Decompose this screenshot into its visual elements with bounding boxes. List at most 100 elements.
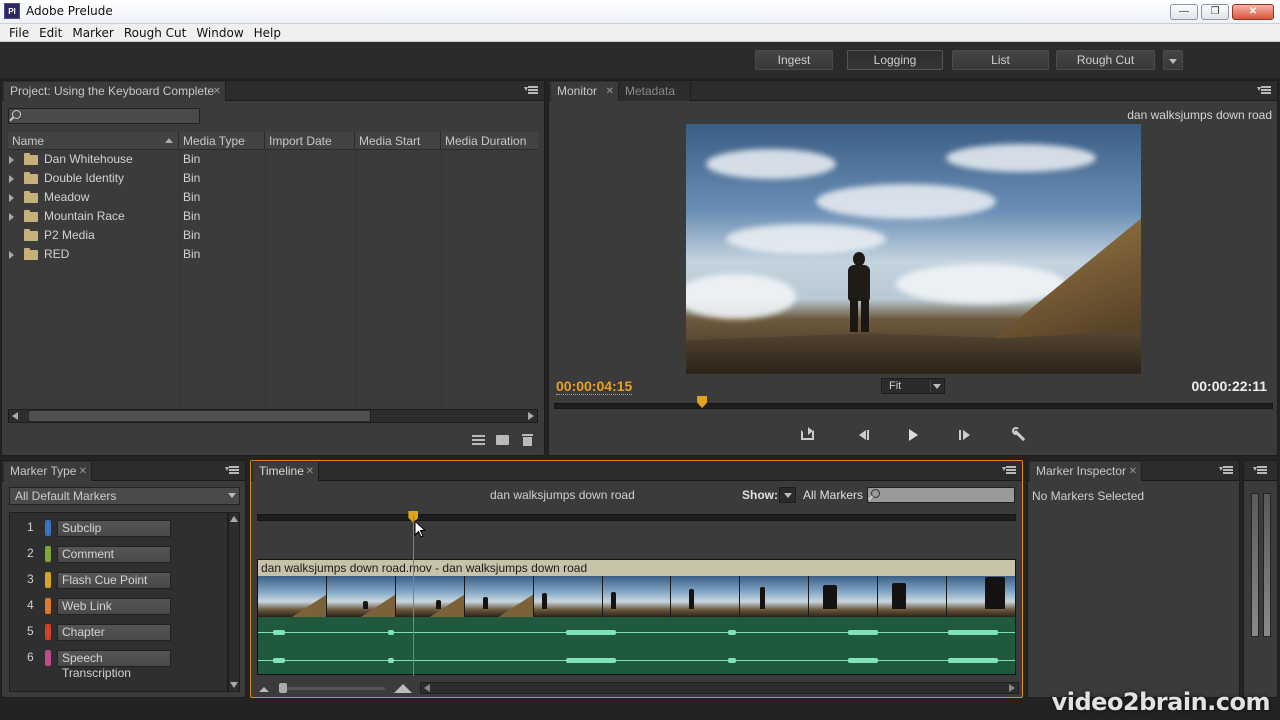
zoom-select[interactable]: Fit	[881, 378, 945, 394]
column-import-date[interactable]: Import Date	[265, 132, 355, 150]
marker-color-swatch	[45, 650, 51, 666]
tab-monitor[interactable]: Monitor ✕	[551, 82, 619, 101]
timeline-search-input[interactable]	[867, 487, 1015, 503]
column-media-start[interactable]: Media Start	[355, 132, 441, 150]
zoom-slider-handle[interactable]	[279, 683, 287, 693]
panel-menu-icon[interactable]	[1257, 86, 1271, 96]
list-item[interactable]: 1 Subclip	[10, 513, 229, 539]
mouse-cursor-icon	[414, 520, 426, 538]
marker-list-scrollbar[interactable]	[228, 512, 240, 692]
trash-icon[interactable]	[522, 434, 533, 446]
menu-edit[interactable]: Edit	[34, 26, 67, 40]
marker-number: 2	[27, 546, 34, 560]
step-forward-icon[interactable]	[956, 427, 974, 443]
table-row[interactable]: Mountain Race Bin	[8, 207, 538, 226]
menu-rough-cut[interactable]: Rough Cut	[119, 26, 191, 40]
marker-chapter-button[interactable]: Chapter	[57, 624, 171, 641]
list-item[interactable]: 2 Comment	[10, 539, 229, 565]
close-icon[interactable]: ✕	[606, 82, 614, 101]
list-item[interactable]: 5 Chapter	[10, 617, 229, 643]
expand-triangle-icon[interactable]	[9, 175, 14, 183]
project-search-input[interactable]	[8, 108, 200, 124]
marker-filter-select[interactable]: All Default Markers	[9, 487, 240, 505]
chevron-down-icon	[228, 493, 236, 498]
marker-flash-cue-point-button[interactable]: Flash Cue Point	[57, 572, 171, 589]
zoom-out-icon[interactable]	[258, 684, 270, 694]
scroll-right-icon[interactable]	[528, 412, 534, 420]
tab-marker-type[interactable]: Marker Type ✕	[4, 462, 92, 481]
workspace-menu-chevron-icon[interactable]	[1163, 50, 1183, 70]
panel-menu-icon[interactable]	[1219, 466, 1233, 476]
table-row[interactable]: RED Bin	[8, 245, 538, 264]
expand-triangle-icon[interactable]	[9, 156, 14, 164]
menu-help[interactable]: Help	[249, 26, 286, 40]
workspace-rough-cut-button[interactable]: Rough Cut	[1056, 50, 1155, 70]
list-view-icon[interactable]	[472, 434, 486, 446]
show-filter-dropdown[interactable]	[779, 487, 796, 503]
row-media-type: Bin	[183, 190, 201, 204]
expand-triangle-icon[interactable]	[9, 251, 14, 259]
tab-metadata[interactable]: Metadata	[619, 82, 691, 101]
video-frame[interactable]	[686, 124, 1141, 374]
menu-window[interactable]: Window	[191, 26, 248, 40]
timeline-clip[interactable]: dan walksjumps down road.mov - dan walks…	[257, 559, 1016, 675]
close-icon[interactable]: ✕	[213, 82, 221, 101]
panel-menu-icon[interactable]	[524, 86, 538, 96]
column-name[interactable]: Name	[8, 132, 179, 150]
minimize-button[interactable]: —	[1170, 4, 1198, 20]
panel-menu-icon[interactable]	[1002, 466, 1016, 476]
panel-menu-icon[interactable]	[225, 466, 239, 476]
marker-web-link-button[interactable]: Web Link	[57, 598, 171, 615]
scroll-left-icon[interactable]	[12, 412, 18, 420]
tab-timeline[interactable]: Timeline ✕	[253, 462, 319, 481]
list-item[interactable]: 3 Flash Cue Point	[10, 565, 229, 591]
close-icon[interactable]: ✕	[79, 462, 87, 481]
column-media-duration[interactable]: Media Duration	[441, 132, 538, 150]
marker-number: 1	[27, 520, 34, 534]
expand-triangle-icon[interactable]	[9, 194, 14, 202]
list-item[interactable]: 6 Speech Transcription	[10, 643, 229, 680]
row-media-type: Bin	[183, 171, 201, 185]
zoom-in-icon[interactable]	[394, 682, 414, 694]
timeline-ruler[interactable]	[257, 514, 1016, 521]
play-icon[interactable]	[905, 427, 923, 443]
column-media-type[interactable]: Media Type	[179, 132, 265, 150]
close-button[interactable]: ✕	[1232, 4, 1274, 20]
tab-marker-inspector-label: Marker Inspector	[1036, 464, 1127, 478]
scrollbar-thumb[interactable]	[29, 411, 371, 421]
marker-comment-button[interactable]: Comment	[57, 546, 171, 563]
table-row[interactable]: Dan Whitehouse Bin	[8, 150, 538, 169]
expand-triangle-icon[interactable]	[9, 213, 14, 221]
close-icon[interactable]: ✕	[1129, 462, 1137, 481]
wrench-icon[interactable]	[1010, 427, 1028, 443]
table-row[interactable]: P2 Media Bin	[8, 226, 538, 245]
restore-button[interactable]: ❐	[1201, 4, 1229, 20]
scroll-right-icon[interactable]	[1009, 684, 1015, 692]
marker-speech-transcription-button[interactable]: Speech Transcription	[57, 650, 171, 680]
table-row[interactable]: Double Identity Bin	[8, 169, 538, 188]
list-item[interactable]: 4 Web Link	[10, 591, 229, 617]
scroll-left-icon[interactable]	[424, 684, 430, 692]
workspace-ingest-button[interactable]: Ingest	[755, 50, 833, 70]
zoom-slider[interactable]	[281, 687, 385, 690]
new-bin-folder-icon[interactable]	[496, 435, 509, 445]
step-back-icon[interactable]	[856, 427, 874, 443]
monitor-scrubber[interactable]	[554, 403, 1273, 409]
table-row[interactable]: Meadow Bin	[8, 188, 538, 207]
workspace-list-button[interactable]: List	[952, 50, 1049, 70]
tab-project[interactable]: Project: Using the Keyboard Complete ✕	[4, 82, 226, 101]
panel-menu-icon[interactable]	[1253, 466, 1267, 476]
current-timecode[interactable]: 00:00:04:15	[556, 378, 633, 395]
menu-file[interactable]: File	[4, 26, 34, 40]
project-horizontal-scrollbar[interactable]	[8, 409, 538, 423]
workspace-logging-button[interactable]: Logging	[847, 50, 943, 70]
timeline-horizontal-scrollbar[interactable]	[420, 682, 1019, 694]
marker-subclip-button[interactable]: Subclip	[57, 520, 171, 537]
scroll-down-icon[interactable]	[230, 682, 238, 688]
close-icon[interactable]: ✕	[306, 462, 314, 481]
row-media-type: Bin	[183, 228, 201, 242]
tab-marker-inspector[interactable]: Marker Inspector ✕	[1030, 462, 1142, 481]
loop-icon[interactable]	[799, 427, 817, 443]
menu-marker[interactable]: Marker	[67, 26, 118, 40]
scroll-up-icon[interactable]	[230, 516, 238, 522]
